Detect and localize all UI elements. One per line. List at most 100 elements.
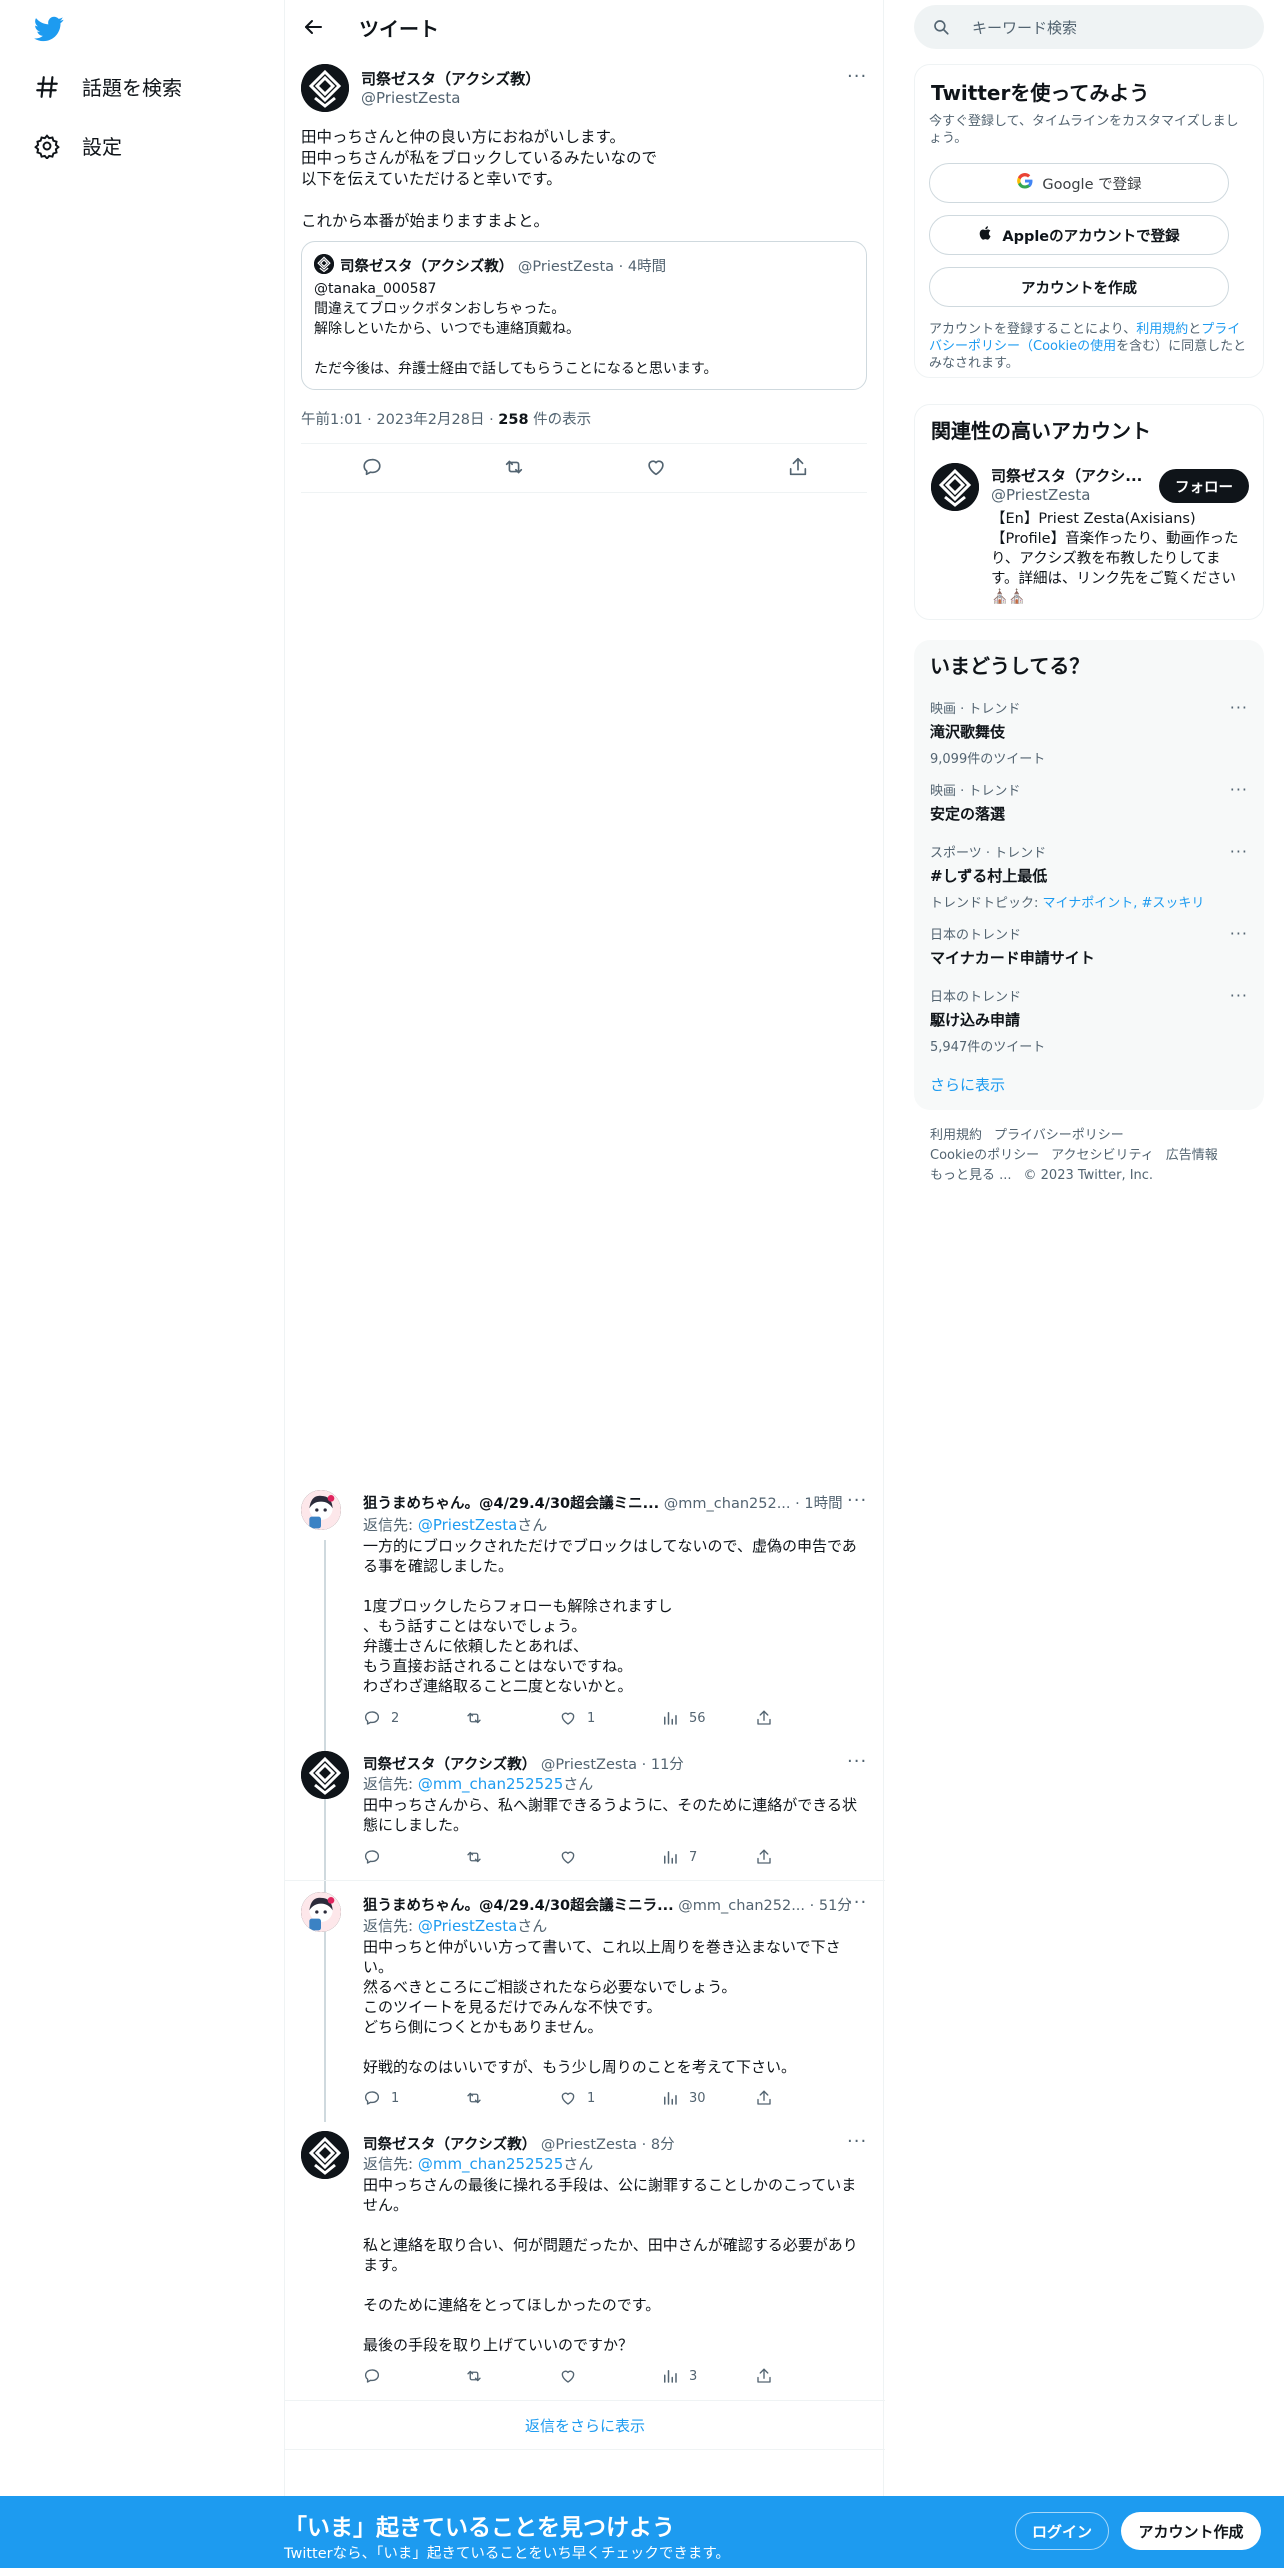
reply-author-handle[interactable]: @mm_chan252... — [664, 1496, 791, 1512]
like-icon[interactable] — [645, 456, 667, 482]
more-options-icon[interactable]: ··· — [847, 66, 867, 87]
like-button[interactable]: 1 — [559, 1709, 595, 1727]
login-button[interactable]: ログイン — [1015, 2512, 1109, 2550]
more-options-icon[interactable]: ··· — [1230, 842, 1248, 861]
retweet-button[interactable] — [465, 1848, 493, 1866]
reply-button[interactable] — [363, 1848, 391, 1866]
share-button[interactable] — [755, 2089, 773, 2107]
views-count: 7 — [689, 1849, 698, 1865]
reply-header: 狙うまめちゃん。@4/29.4/30超会議ミニラ... @mm_chan252.… — [363, 1894, 863, 1915]
author-handle[interactable]: @PriestZesta — [361, 89, 460, 107]
more-options-icon[interactable]: ··· — [1230, 780, 1248, 799]
reply-time[interactable]: · 1時間 — [795, 1496, 842, 1512]
avatar — [314, 254, 334, 274]
retweet-button[interactable] — [465, 2367, 493, 2385]
more-options-icon[interactable]: ··· — [847, 1751, 867, 1772]
reply-time[interactable]: · 8分 — [642, 2137, 675, 2153]
trend-topic-links[interactable]: マイナポイント, #スッキリ — [1043, 896, 1205, 911]
twitter-logo-icon[interactable] — [34, 14, 64, 44]
share-button[interactable] — [755, 1709, 773, 1727]
avatar[interactable] — [931, 463, 979, 511]
reply-header: 司祭ゼスタ（アクシズ教） @PriestZesta · 11分 — [363, 1753, 863, 1774]
trend-item[interactable]: スポーツ · トレンド #しずる村上最低 トレンドトピック: マイナポイント, … — [930, 842, 1248, 911]
search-input[interactable]: キーワード検索 — [972, 17, 1077, 38]
footer-link[interactable]: Cookieのポリシー — [930, 1148, 1039, 1163]
avatar[interactable] — [301, 1751, 349, 1799]
sidebar-item-label: 設定 — [82, 135, 122, 159]
share-button[interactable] — [755, 2367, 773, 2385]
terms-link[interactable]: 利用規約 — [1136, 322, 1188, 337]
like-button[interactable] — [559, 1848, 587, 1866]
retweet-icon[interactable] — [503, 456, 525, 482]
trends-card: いまどうしてる？ 映画 · トレンド 滝沢歌舞伎 9,099件のツイート ···… — [914, 640, 1264, 1110]
reply-to-link[interactable]: @mm_chan252525 — [418, 2155, 563, 2173]
reply-author-name[interactable]: 司祭ゼスタ（アクシズ教） — [363, 1757, 536, 1773]
more-options-icon[interactable]: ··· — [847, 1490, 867, 1511]
google-signup-button[interactable]: Google で登録 — [929, 163, 1229, 203]
reply-author-handle[interactable]: @mm_chan252... — [678, 1898, 805, 1914]
reply-to-link[interactable]: @PriestZesta — [418, 1516, 517, 1534]
like-button[interactable] — [559, 2367, 587, 2385]
more-options-icon[interactable]: ··· — [847, 2131, 867, 2152]
reply-author-handle[interactable]: @PriestZesta — [541, 1757, 637, 1773]
views-button[interactable]: 30 — [661, 2089, 706, 2107]
more-options-icon[interactable]: ··· — [1230, 698, 1248, 717]
apple-signup-button[interactable]: Appleのアカウントで登録 — [929, 215, 1229, 255]
create-account-button[interactable]: アカウントを作成 — [929, 267, 1229, 307]
reply-time[interactable]: · 51分 — [810, 1898, 852, 1914]
trend-category: 映画 · トレンド — [930, 702, 1021, 717]
avatar[interactable] — [301, 1892, 341, 1932]
footer-link[interactable]: アクセシビリティ — [1051, 1148, 1154, 1163]
views-button[interactable]: 7 — [661, 1848, 697, 1866]
author-name[interactable]: 司祭ゼスタ（アクシズ教） — [361, 68, 540, 89]
account-handle[interactable]: @PriestZesta — [991, 486, 1090, 504]
footer-link[interactable]: もっと見る ... — [930, 1168, 1012, 1183]
reply-to-link[interactable]: @mm_chan252525 — [418, 1775, 563, 1793]
reply-icon[interactable] — [361, 456, 383, 482]
trend-item[interactable]: 日本のトレンド マイナカード申請サイト ··· — [930, 924, 1248, 968]
reply-author-name[interactable]: 狙うまめちゃん。@4/29.4/30超会議ミニラ... — [363, 1898, 674, 1914]
account-name[interactable]: 司祭ゼスタ（アクシ... — [991, 465, 1142, 486]
signup-banner: 「いま」起きていることを見つけよう Twitterなら、「いま」起きていることを… — [0, 2496, 1284, 2568]
show-more-replies-link[interactable]: 返信をさらに表示 — [285, 2400, 885, 2450]
share-button[interactable] — [755, 1848, 773, 1866]
more-options-icon[interactable]: ··· — [847, 1892, 867, 1913]
retweet-button[interactable] — [465, 2089, 493, 2107]
views-button[interactable]: 56 — [661, 1709, 706, 1727]
tweet-timestamp[interactable]: 午前1:01 · 2023年2月28日 · — [301, 412, 498, 428]
footer-link[interactable]: 利用規約 — [930, 1128, 982, 1143]
trend-item[interactable]: 日本のトレンド 駆け込み申請 5,947件のツイート ··· — [930, 986, 1248, 1055]
reply-author-handle[interactable]: @PriestZesta — [541, 2137, 637, 2153]
more-options-icon[interactable]: ··· — [1230, 924, 1248, 943]
more-options-icon[interactable]: ··· — [1230, 986, 1248, 1005]
reply-button[interactable] — [363, 2367, 391, 2385]
retweet-button[interactable] — [465, 1709, 493, 1727]
back-arrow-icon[interactable] — [301, 15, 325, 39]
reply-author-name[interactable]: 司祭ゼスタ（アクシズ教） — [363, 2137, 536, 2153]
trend-item[interactable]: 映画 · トレンド 滝沢歌舞伎 9,099件のツイート ··· — [930, 698, 1248, 767]
trend-item[interactable]: 映画 · トレンド 安定の落選 ··· — [930, 780, 1248, 824]
share-icon[interactable] — [787, 456, 809, 482]
avatar[interactable] — [301, 1490, 341, 1530]
like-button[interactable]: 1 — [559, 2089, 595, 2107]
right-sidebar: キーワード検索 Twitterを使ってみよう 今すぐ登録して、タイムラインをカス… — [914, 0, 1264, 2568]
show-more-trends-link[interactable]: さらに表示 — [930, 1074, 1005, 1095]
reply-author-name[interactable]: 狙うまめちゃん。@4/29.4/30超会議ミニ... — [363, 1496, 659, 1512]
footer-link[interactable]: 広告情報 — [1166, 1148, 1218, 1163]
views-button[interactable]: 3 — [661, 2367, 697, 2385]
reply-button[interactable]: 2 — [363, 1709, 399, 1727]
sidebar-item-explore[interactable]: 話題を検索 — [34, 72, 182, 101]
gear-icon — [34, 133, 60, 160]
avatar[interactable] — [301, 2131, 349, 2179]
avatar[interactable] — [301, 64, 349, 112]
quoted-tweet[interactable]: 司祭ゼスタ（アクシズ教） @PriestZesta · 4時間 @tanaka_… — [301, 241, 867, 390]
search-bar[interactable]: キーワード検索 — [914, 5, 1264, 49]
follow-button[interactable]: フォロー — [1159, 469, 1249, 503]
signup-button[interactable]: アカウント作成 — [1121, 2512, 1261, 2550]
reply-button[interactable]: 1 — [363, 2089, 399, 2107]
reply-to-link[interactable]: @PriestZesta — [418, 1917, 517, 1935]
sidebar-item-settings[interactable]: 設定 — [34, 131, 122, 160]
reply-time[interactable]: · 11分 — [642, 1757, 684, 1773]
banner-subtitle: Twitterなら、「いま」起きていることをいち早くチェックできます。 — [284, 2546, 730, 2562]
footer-link[interactable]: プライバシーポリシー — [994, 1128, 1124, 1143]
